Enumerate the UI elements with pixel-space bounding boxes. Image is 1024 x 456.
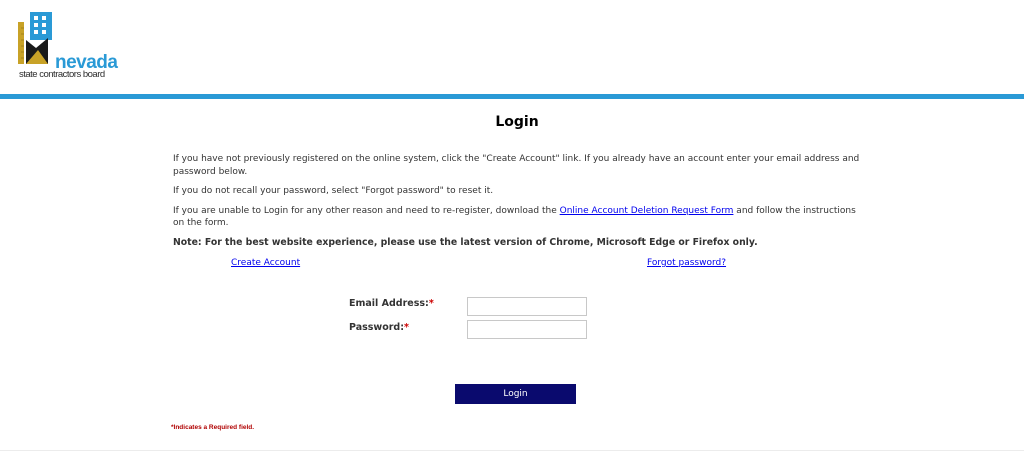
footer-divider (0, 450, 1024, 451)
browser-note: Note: For the best website experience, p… (173, 236, 758, 248)
required-asterisk: * (428, 298, 434, 309)
header-divider-bar (0, 94, 1024, 99)
login-button[interactable]: Login (455, 384, 576, 404)
deletion-form-link[interactable]: Online Account Deletion Request Form (560, 206, 734, 216)
email-input[interactable] (467, 297, 587, 316)
intro-text: If you have not previously registered on… (173, 154, 860, 177)
reregister-prefix: If you are unable to Login for any other… (173, 205, 560, 216)
required-asterisk: * (404, 322, 409, 333)
required-field-note: *Indicates a Required field. (171, 424, 255, 431)
page-title: Login (495, 114, 539, 130)
email-label-text: Email Address: (349, 298, 429, 309)
password-label-text: Password: (349, 322, 405, 333)
password-input[interactable] (467, 320, 587, 339)
forgot-hint-text: If you do not recall your password, sele… (173, 186, 494, 196)
email-label: Email Address:* (349, 298, 434, 309)
building-logo-icon (18, 12, 52, 64)
logo-subtitle: state contractors board (19, 69, 105, 80)
reregister-text: If you are unable to Login for any other… (173, 205, 863, 230)
nscb-logo[interactable]: nevada state contractors board (18, 10, 118, 79)
forgot-password-link[interactable]: Forgot password? (647, 258, 726, 268)
create-account-link[interactable]: Create Account (231, 258, 300, 268)
site-header: nevada state contractors board (0, 0, 1024, 94)
instructions: If you have not previously registered on… (173, 153, 863, 256)
password-label: Password:* (349, 322, 409, 333)
